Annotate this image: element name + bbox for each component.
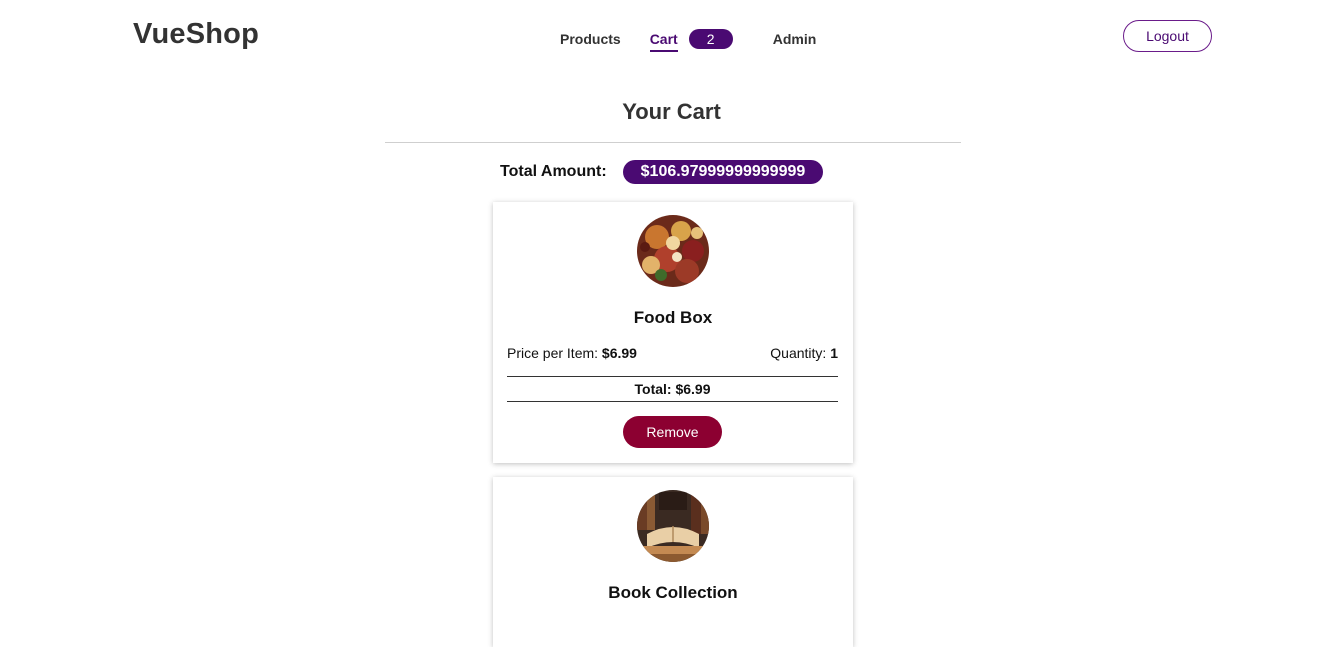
main-nav: Products Cart 2 Admin	[560, 26, 816, 52]
cart-item-info-row: Price per Item: $6.99 Quantity: 1	[507, 345, 838, 361]
brand-logo[interactable]: VueShop	[133, 18, 259, 51]
app-header: VueShop Products Cart 2 Admin Logout	[0, 0, 1343, 72]
remove-button[interactable]: Remove	[623, 416, 722, 448]
cart-item-name: Book Collection	[608, 583, 738, 602]
total-amount-label: Total Amount:	[500, 163, 607, 180]
food-box-image	[637, 215, 709, 287]
book-collection-image	[637, 490, 709, 562]
price-label: Price per Item:	[507, 345, 599, 361]
cart-item-name: Food Box	[633, 308, 713, 327]
quantity-label: Quantity:	[770, 345, 827, 361]
nav-cart-link[interactable]: Cart	[649, 31, 678, 52]
cart-total-row: Total Amount: $106.97999999999999	[500, 160, 824, 184]
price-value: $6.99	[601, 345, 637, 361]
cart-item-card: Book Collection	[493, 477, 853, 647]
cart-item-card: Food Box Price per Item: $6.99 Quantity:…	[493, 202, 853, 463]
food-image-icon	[637, 215, 709, 287]
books-image-icon	[637, 490, 709, 562]
page-title: Your Cart	[622, 99, 721, 124]
nav-products-link[interactable]: Products	[560, 31, 621, 47]
title-divider	[385, 142, 961, 143]
logout-button[interactable]: Logout	[1123, 20, 1212, 52]
price-per-item: Price per Item: $6.99	[507, 345, 637, 361]
total-amount-badge: $106.97999999999999	[622, 160, 824, 184]
cart-item-total: Total: $6.99	[507, 376, 838, 402]
nav-admin-link[interactable]: Admin	[773, 31, 817, 47]
quantity-value: 1	[830, 345, 838, 361]
cart-count-badge: 2	[688, 29, 733, 49]
quantity: Quantity: 1	[770, 345, 838, 361]
